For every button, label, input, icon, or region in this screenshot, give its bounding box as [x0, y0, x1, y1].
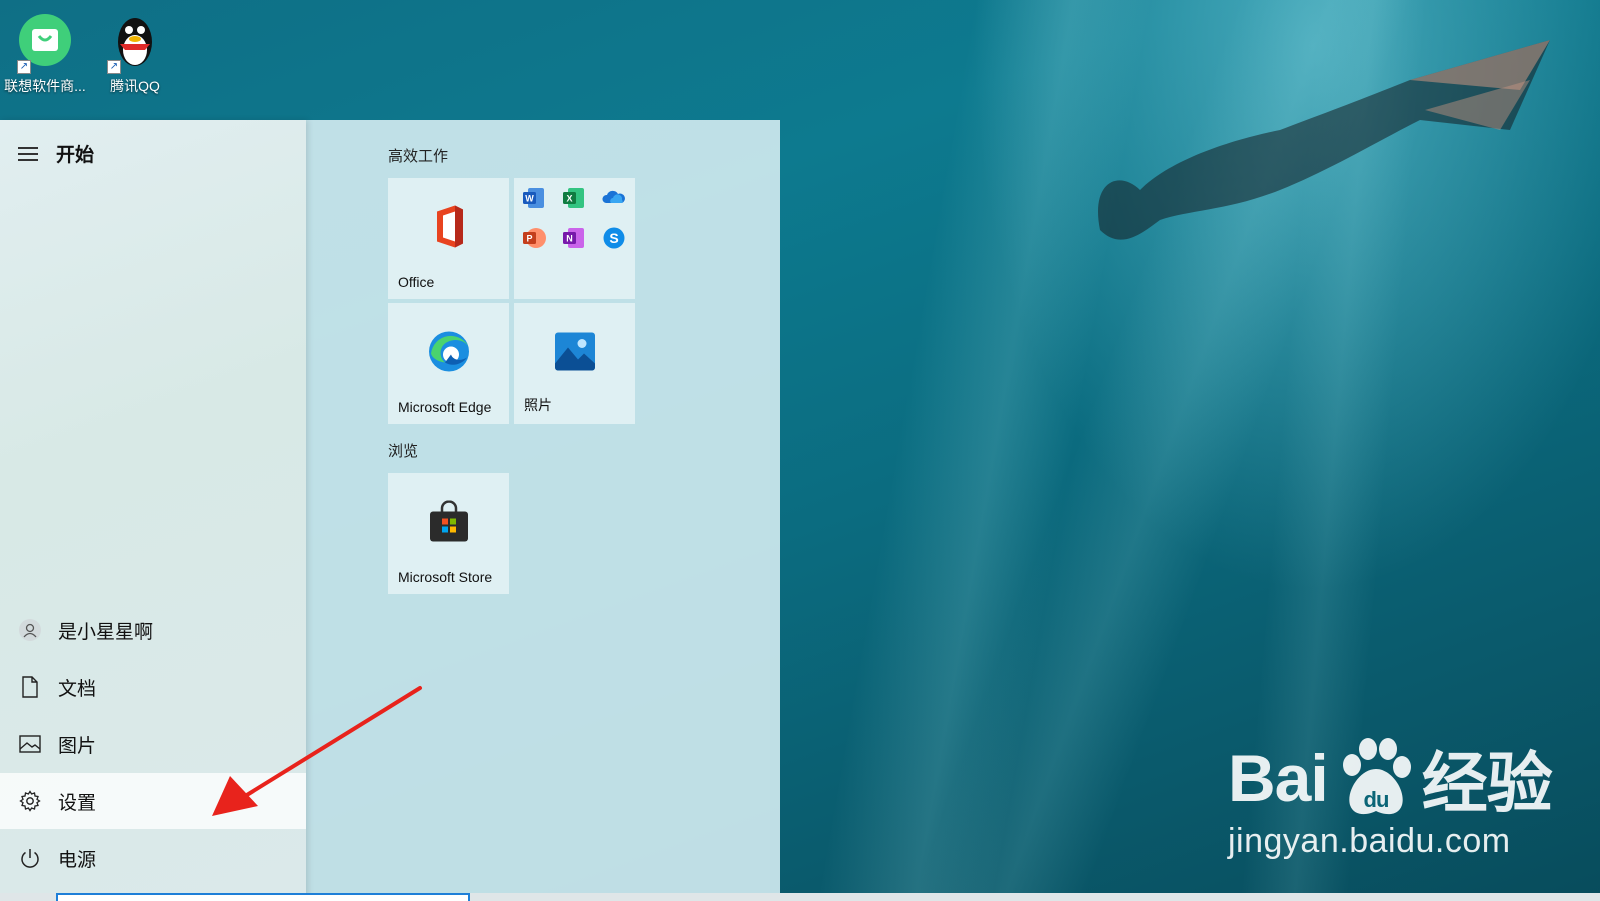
store-bag-icon	[428, 500, 470, 547]
red-arrow-icon	[212, 686, 422, 816]
svg-text:X: X	[566, 194, 572, 204]
tile-office[interactable]: Office	[388, 178, 509, 299]
rail-item-label: 文档	[58, 678, 97, 700]
skype-icon: S	[602, 226, 626, 250]
rail-item-label: 是小星星啊	[58, 621, 154, 643]
pictures-icon	[18, 732, 42, 756]
tile-office-apps-folder[interactable]: W X P N S	[514, 178, 635, 299]
hamburger-menu-icon[interactable]	[18, 146, 38, 161]
tile-label: Office	[398, 274, 435, 290]
rail-item-label: 图片	[58, 735, 97, 757]
svg-text:P: P	[526, 234, 532, 244]
tile-label: Microsoft Edge	[398, 399, 492, 415]
user-icon	[18, 618, 42, 642]
start-menu-title: 开始	[56, 145, 95, 166]
rail-item-label: 电源	[58, 849, 97, 871]
start-menu-header: 开始	[18, 140, 94, 167]
document-icon	[18, 675, 42, 699]
lenovo-store-bag-icon: ↗	[15, 12, 75, 74]
watermark-brand-left: Bai	[1228, 741, 1329, 815]
desktop-icon-qq[interactable]: ↗ 腾讯QQ	[90, 12, 180, 96]
tile-photos[interactable]: 照片	[514, 303, 635, 424]
rail-item-power[interactable]: 电源	[0, 830, 306, 886]
tile-microsoft-store[interactable]: Microsoft Store	[388, 473, 509, 594]
tile-label: Microsoft Store	[398, 569, 493, 585]
baidu-paw-icon: du	[1342, 738, 1411, 815]
excel-icon: X	[562, 186, 586, 210]
tile-label: 照片	[524, 397, 552, 413]
desktop-icon-label: 腾讯QQ	[110, 78, 160, 94]
watermark-url: jingyan.baidu.com	[1228, 822, 1511, 860]
tile-microsoft-edge[interactable]: Microsoft Edge	[388, 303, 509, 424]
tile-group-title: 浏览	[388, 443, 419, 460]
onenote-icon: N	[562, 226, 586, 250]
rail-item-user[interactable]: 是小星星啊	[0, 602, 306, 658]
baidu-jingyan-watermark: Bai du 经验 jingyan.baidu.com	[1228, 730, 1553, 861]
tile-group-title: 高效工作	[388, 148, 449, 165]
watermark-brand-right: 经验	[1421, 746, 1553, 820]
svg-text:W: W	[525, 194, 534, 204]
word-icon: W	[522, 186, 546, 210]
taskbar-search-box[interactable]	[56, 893, 470, 901]
rail-item-label: 设置	[58, 792, 97, 814]
powerpoint-icon: P	[522, 226, 546, 250]
onedrive-icon	[602, 186, 626, 210]
power-icon	[18, 846, 42, 870]
desktop-icon-label: 联想软件商...	[4, 78, 86, 94]
qq-penguin-icon: ↗	[105, 12, 165, 74]
svg-text:S: S	[609, 230, 618, 246]
office-icon	[429, 203, 469, 254]
desktop-icon-lenovo-store[interactable]: ↗ 联想软件商...	[0, 12, 90, 96]
edge-icon	[427, 329, 471, 378]
svg-text:N: N	[566, 234, 573, 244]
swimmer-silhouette	[1098, 40, 1550, 240]
gear-icon	[18, 789, 42, 813]
photos-icon	[554, 331, 596, 376]
svg-text:du: du	[1363, 787, 1388, 812]
